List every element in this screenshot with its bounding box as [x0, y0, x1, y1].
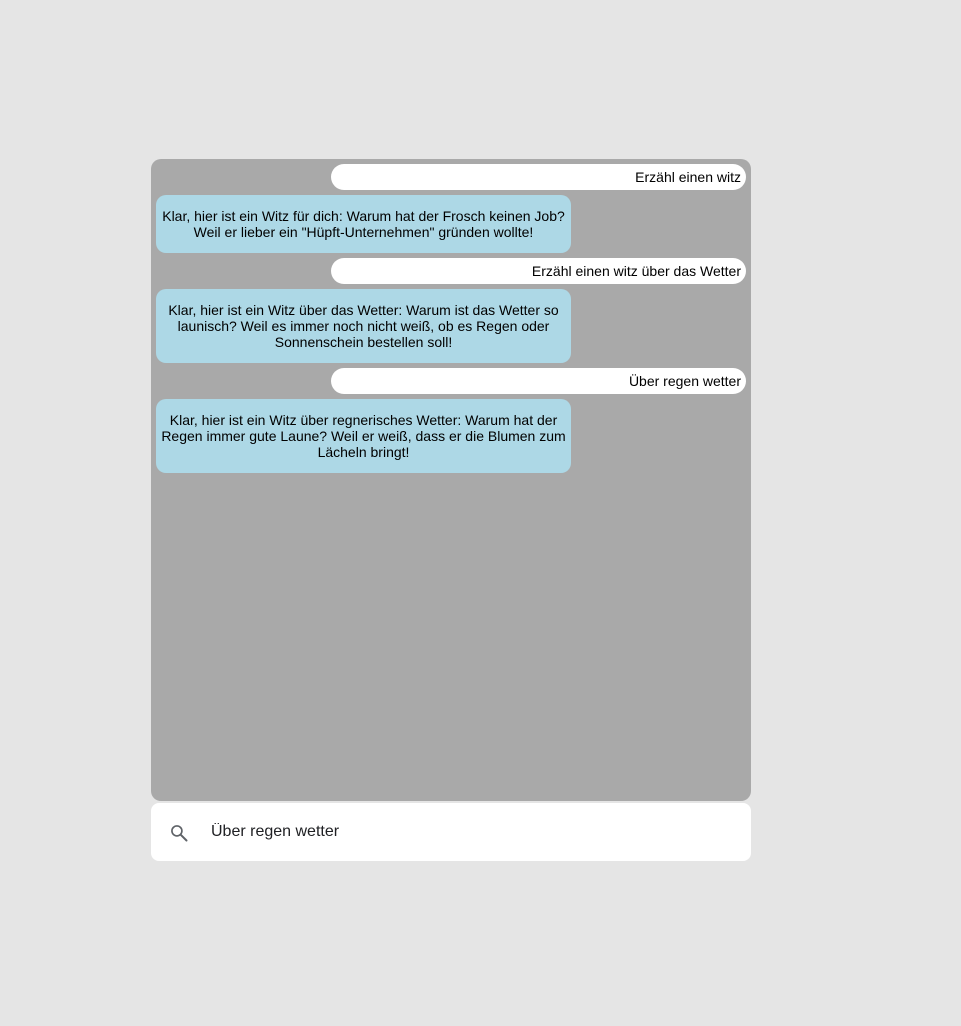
user-message: Erzähl einen witz über das Wetter [331, 258, 746, 284]
chat-panel: Erzähl einen witz Klar, hier ist ein Wit… [151, 159, 751, 801]
bot-message: Klar, hier ist ein Witz über das Wetter:… [156, 289, 571, 363]
search-icon[interactable] [169, 823, 189, 843]
search-input[interactable] [211, 803, 731, 861]
search-bar [151, 803, 751, 861]
user-message: Über regen wetter [331, 368, 746, 394]
user-message: Erzähl einen witz [331, 164, 746, 190]
bot-message: Klar, hier ist ein Witz über regnerische… [156, 399, 571, 473]
bot-message: Klar, hier ist ein Witz für dich: Warum … [156, 195, 571, 253]
